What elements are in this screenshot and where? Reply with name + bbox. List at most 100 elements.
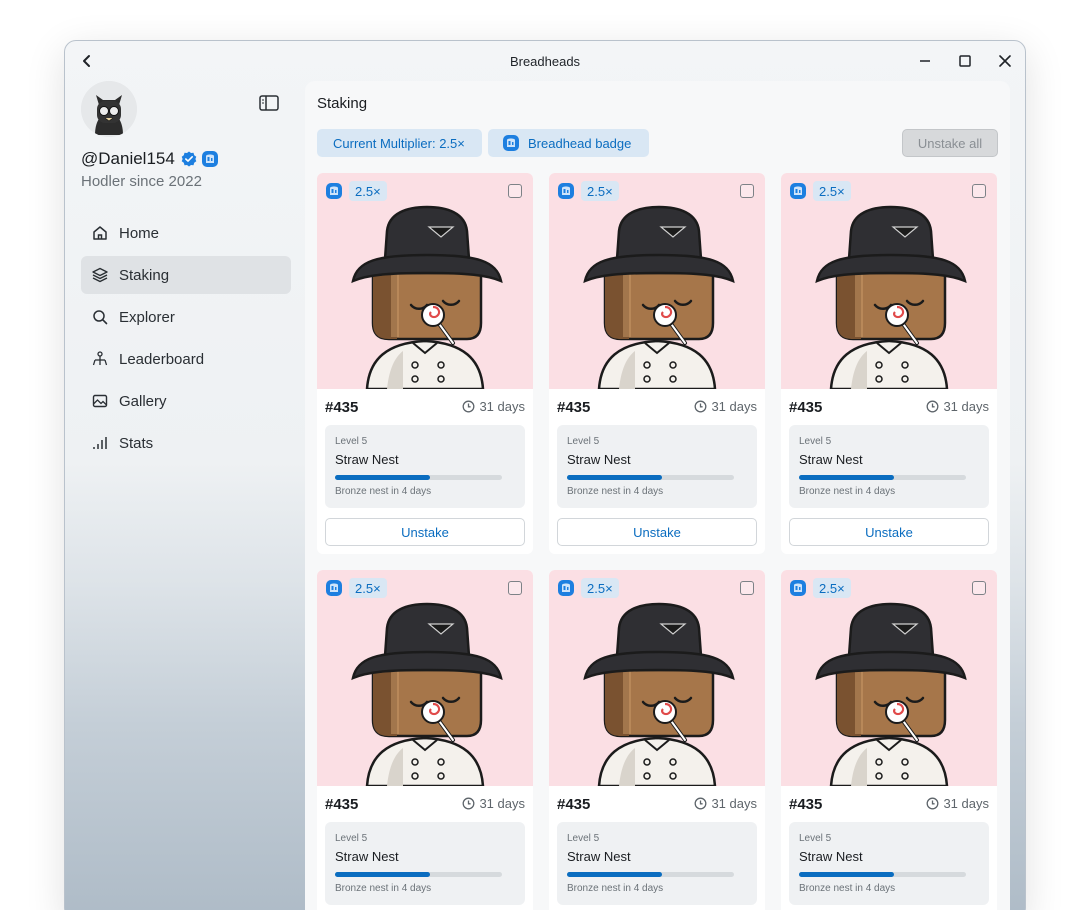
nest-progress-box: Level 5 Straw Nest Bronze nest in 4 days (325, 822, 525, 905)
card-multiplier-badge: 2.5× (349, 181, 387, 201)
next-nest-label: Bronze nest in 4 days (567, 486, 664, 497)
avatar[interactable] (81, 81, 137, 137)
staked-days-label: 31 days (479, 399, 525, 414)
nft-artwork (781, 173, 997, 391)
nft-artwork (781, 570, 997, 788)
search-icon (91, 308, 109, 326)
card-multiplier-badge: 2.5× (813, 578, 851, 598)
select-checkbox[interactable] (508, 581, 522, 595)
unstake-button[interactable]: Unstake (789, 518, 989, 546)
nest-name: Straw Nest (335, 849, 399, 864)
clock-icon (927, 797, 939, 810)
breadhead-badge-icon (503, 135, 519, 151)
staked-card: 2.5× #435 31 days Level 5 Straw Nest Bro… (317, 173, 533, 554)
next-nest-label: Bronze nest in 4 days (335, 883, 432, 894)
breadhead-badge-icon (790, 183, 806, 199)
layers-icon (91, 266, 109, 284)
sidebar-item-staking[interactable]: Staking (81, 256, 291, 294)
main-panel: Staking Current Multiplier: 2.5× Breadhe… (305, 81, 1010, 910)
select-checkbox[interactable] (740, 581, 754, 595)
select-checkbox[interactable] (508, 184, 522, 198)
clock-icon (463, 797, 475, 810)
staked-days-label: 31 days (711, 399, 757, 414)
minimize-button[interactable] (915, 51, 935, 71)
nft-id: #435 (557, 399, 591, 416)
nft-artwork (549, 173, 765, 391)
maximize-button[interactable] (955, 51, 975, 71)
multiplier-pill: Current Multiplier: 2.5× (317, 129, 482, 157)
nest-progress-box: Level 5 Straw Nest Bronze nest in 4 days (557, 425, 757, 508)
level-label: Level 5 (335, 833, 368, 844)
select-checkbox[interactable] (740, 184, 754, 198)
breadhead-badge-icon (558, 580, 574, 596)
staked-card: 2.5× #435 31 days Level 5 Straw Nest Bro… (549, 173, 765, 554)
sidebar-toggle-icon (259, 95, 279, 111)
clock-icon (695, 797, 707, 810)
badge-pill-label: Breadhead badge (528, 135, 632, 151)
card-multiplier-badge: 2.5× (813, 181, 851, 201)
nest-progress-bar (799, 475, 966, 480)
sidebar: @Daniel154 Hodler since 2022 Home Stakin… (81, 81, 291, 466)
staked-days-label: 31 days (943, 399, 989, 414)
breadhead-badge-icon (790, 580, 806, 596)
staked-duration: 31 days (462, 796, 525, 811)
staked-duration: 31 days (926, 399, 989, 414)
bar-chart-icon (91, 434, 109, 452)
card-multiplier-badge: 2.5× (349, 578, 387, 598)
nft-artwork (317, 173, 533, 391)
close-button[interactable] (995, 51, 1015, 71)
next-nest-label: Bronze nest in 4 days (799, 486, 896, 497)
nest-progress-fill (567, 475, 663, 480)
maximize-icon (959, 55, 971, 67)
staked-card: 2.5× #435 31 days Level 5 Straw Nest Bro… (781, 173, 997, 554)
sidebar-toggle-button[interactable] (259, 95, 279, 111)
level-label: Level 5 (799, 436, 832, 447)
nest-progress-bar (567, 872, 734, 877)
next-nest-label: Bronze nest in 4 days (335, 486, 432, 497)
username: @Daniel154 (81, 149, 175, 168)
staked-duration: 31 days (462, 399, 525, 414)
sidebar-item-label: Stats (119, 434, 154, 452)
nest-name: Straw Nest (567, 849, 631, 864)
sidebar-item-label: Home (119, 224, 160, 242)
sidebar-item-explorer[interactable]: Explorer (81, 298, 291, 336)
sidebar-item-leaderboard[interactable]: Leaderboard (81, 340, 291, 378)
sidebar-nav: Home Staking Explorer Leaderboard Galler… (81, 214, 291, 462)
nest-progress-box: Level 5 Straw Nest Bronze nest in 4 days (789, 425, 989, 508)
select-checkbox[interactable] (972, 184, 986, 198)
staked-days-label: 31 days (943, 796, 989, 811)
unstake-button[interactable]: Unstake (325, 518, 525, 546)
image-icon (91, 392, 109, 410)
staked-days-label: 31 days (479, 796, 525, 811)
nft-id: #435 (789, 796, 823, 813)
nft-id: #435 (557, 796, 591, 813)
sidebar-item-home[interactable]: Home (81, 214, 291, 252)
unstake-all-button[interactable]: Unstake all (902, 129, 998, 157)
nest-progress-fill (799, 872, 895, 877)
staked-duration: 31 days (694, 796, 757, 811)
next-nest-label: Bronze nest in 4 days (567, 883, 664, 894)
sidebar-item-gallery[interactable]: Gallery (81, 382, 291, 420)
staked-days-label: 31 days (711, 796, 757, 811)
sidebar-item-stats[interactable]: Stats (81, 424, 291, 462)
home-icon (91, 224, 109, 242)
nest-progress-fill (335, 872, 431, 877)
nft-id: #435 (325, 399, 359, 416)
nest-progress-box: Level 5 Straw Nest Bronze nest in 4 days (557, 822, 757, 905)
nft-artwork (317, 570, 533, 788)
verified-badge-icon (181, 151, 197, 167)
nest-name: Straw Nest (799, 452, 863, 467)
staked-card: 2.5× #435 31 days Level 5 Straw Nest Bro… (781, 570, 997, 910)
window-title: Breadheads (509, 54, 581, 69)
next-nest-label: Bronze nest in 4 days (799, 883, 896, 894)
breadhead-badge-pill[interactable]: Breadhead badge (488, 129, 649, 157)
minimize-icon (920, 60, 930, 62)
sidebar-item-label: Staking (119, 266, 170, 284)
unstake-button[interactable]: Unstake (557, 518, 757, 546)
sidebar-item-label: Leaderboard (119, 350, 205, 368)
nest-name: Straw Nest (335, 452, 399, 467)
select-checkbox[interactable] (972, 581, 986, 595)
card-multiplier-badge: 2.5× (581, 181, 619, 201)
nest-name: Straw Nest (799, 849, 863, 864)
nft-artwork (549, 570, 765, 788)
